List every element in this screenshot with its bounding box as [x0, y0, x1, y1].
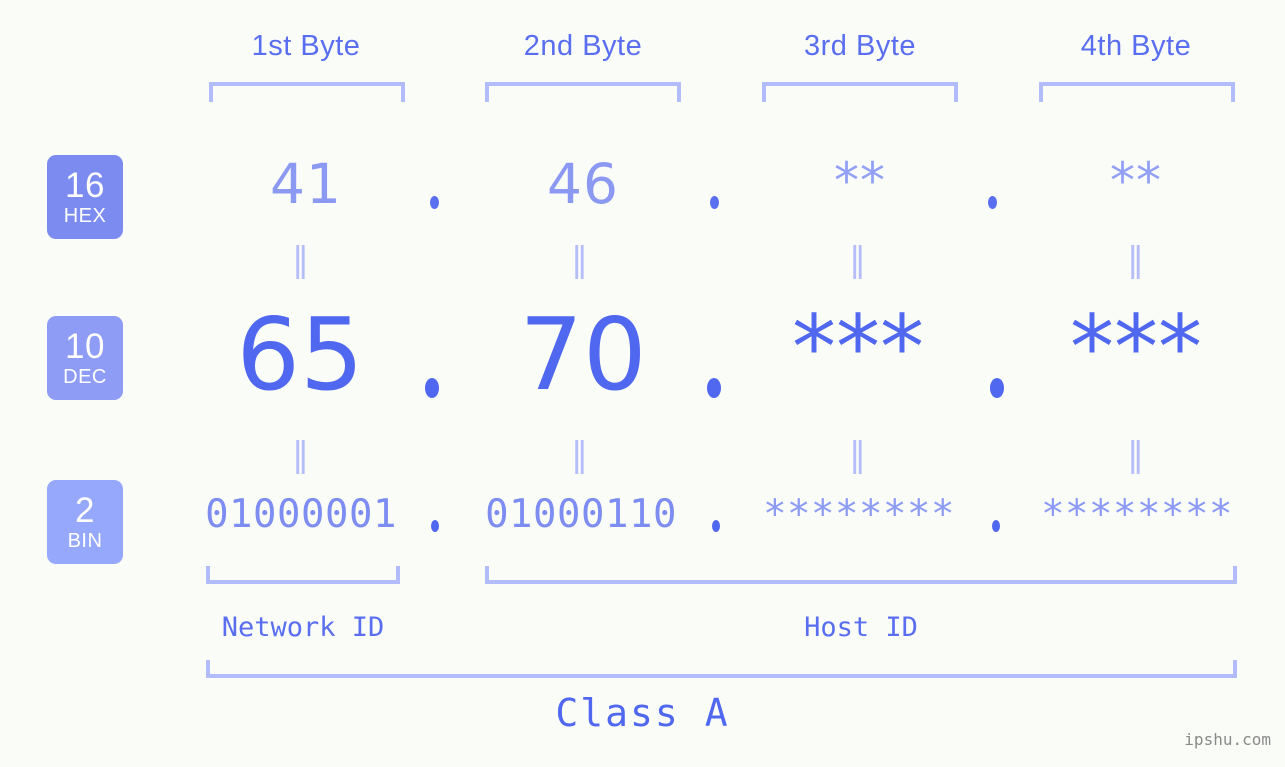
equals-mark-dec-bin-2: ‖: [571, 435, 589, 475]
host-id-bracket: [485, 566, 1237, 584]
hex-byte-3: **: [834, 152, 886, 210]
bin-byte-1: 01000001: [205, 492, 397, 537]
hex-byte-2: 46: [547, 152, 619, 216]
equals-mark-dec-bin-3: ‖: [849, 435, 867, 475]
class-label: Class A: [555, 691, 730, 735]
byte-header-2: 2nd Byte: [523, 30, 643, 62]
dec-byte-3: ***: [792, 296, 924, 399]
dec-byte-4: ***: [1070, 296, 1202, 399]
bin-byte-3: ********: [763, 492, 955, 537]
network-id-label: Network ID: [221, 612, 385, 643]
hex-byte-4: **: [1110, 152, 1162, 210]
base-badge-dec-name: DEC: [63, 366, 107, 388]
bin-byte-2: 01000110: [485, 492, 677, 537]
bin-separator-dot-3: [992, 520, 1000, 532]
equals-mark-hex-dec-3: ‖: [849, 240, 867, 280]
hex-separator-dot-2: [710, 196, 719, 209]
equals-mark-hex-dec-4: ‖: [1127, 240, 1145, 280]
base-badge-bin: 2 BIN: [47, 480, 123, 564]
byte-bracket-4: [1039, 82, 1235, 102]
watermark: ipshu.com: [1184, 730, 1271, 749]
equals-mark-hex-dec-2: ‖: [571, 240, 589, 280]
base-badge-hex-number: 16: [65, 166, 105, 205]
dec-separator-dot-1: [425, 378, 439, 398]
network-id-bracket: [206, 566, 400, 584]
base-badge-hex-name: HEX: [63, 205, 107, 227]
base-badge-dec-number: 10: [65, 327, 105, 366]
host-id-label: Host ID: [804, 612, 918, 643]
ip-address-breakdown-diagram: 1st Byte 2nd Byte 3rd Byte 4th Byte 16 H…: [0, 0, 1285, 767]
byte-bracket-1: [209, 82, 405, 102]
bin-byte-4: ********: [1041, 492, 1233, 537]
byte-header-1: 1st Byte: [251, 30, 361, 62]
equals-mark-dec-bin-1: ‖: [292, 435, 310, 475]
byte-bracket-3: [762, 82, 958, 102]
bin-separator-dot-1: [431, 520, 439, 532]
base-badge-bin-name: BIN: [67, 530, 103, 552]
byte-header-4: 4th Byte: [1080, 30, 1192, 62]
hex-separator-dot-1: [430, 196, 439, 209]
byte-header-3: 3rd Byte: [804, 30, 916, 62]
bin-separator-dot-2: [712, 520, 720, 532]
base-badge-dec: 10 DEC: [47, 316, 123, 400]
base-badge-hex: 16 HEX: [47, 155, 123, 239]
dec-byte-2: 70: [519, 296, 647, 413]
byte-bracket-2: [485, 82, 681, 102]
hex-byte-1: 41: [270, 152, 342, 216]
equals-mark-hex-dec-1: ‖: [292, 240, 310, 280]
dec-separator-dot-2: [707, 378, 721, 398]
dec-separator-dot-3: [990, 378, 1004, 398]
hex-separator-dot-3: [988, 196, 997, 209]
class-bracket: [206, 660, 1237, 678]
base-badge-bin-number: 2: [75, 491, 95, 530]
equals-mark-dec-bin-4: ‖: [1127, 435, 1145, 475]
dec-byte-1: 65: [236, 296, 364, 413]
